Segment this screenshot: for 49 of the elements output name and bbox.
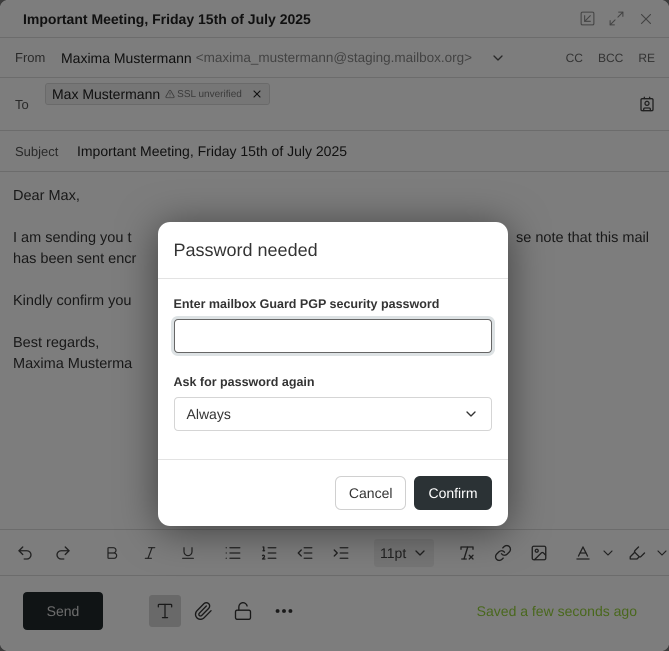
ask-again-label: Ask for password again <box>174 375 316 389</box>
italic-icon <box>142 544 158 560</box>
password-label: Enter mailbox Guard PGP security password <box>174 297 440 311</box>
highlighter-icon <box>628 544 646 562</box>
sender-address: <maxima_mustermann@staging.mailbox.org> <box>196 50 472 65</box>
minimize-window-icon[interactable] <box>579 10 596 26</box>
image-icon <box>530 544 548 562</box>
body-text: Best regards, <box>13 334 100 353</box>
address-book-icon[interactable] <box>639 96 655 112</box>
unlocked-lock-icon[interactable] <box>233 600 253 620</box>
body-text: Dear Max, <box>13 187 80 206</box>
sender-name: Maxima Mustermann <box>61 50 192 66</box>
numbered-list-icon <box>260 544 278 562</box>
subject-field[interactable]: Important Meeting, Friday 15th of July 2025 <box>77 143 348 159</box>
recipient-chip[interactable]: Max Mustermann SSL unverified <box>45 83 270 105</box>
text-icon <box>155 600 175 620</box>
confirm-button[interactable]: Confirm <box>414 476 492 510</box>
copy-field-button[interactable]: BCC <box>598 50 624 64</box>
body-text: Maxima Musterma <box>13 355 132 374</box>
body-text: has been sent encr <box>13 250 136 269</box>
ssl-warning: SSL unverified <box>165 88 242 100</box>
font-size-dropdown[interactable]: 11pt <box>374 538 434 566</box>
redo-icon <box>54 544 72 562</box>
send-button[interactable]: Send <box>23 592 103 630</box>
clear-format-icon <box>458 544 476 562</box>
body-text: se note that this mail <box>516 229 649 248</box>
subject-label: Subject <box>15 144 60 158</box>
recipient-name: Max Mustermann <box>52 86 160 102</box>
undo-icon <box>16 544 34 562</box>
password-field[interactable] <box>174 319 492 353</box>
body-text: I am sending you t <box>13 229 132 248</box>
remove-icon[interactable] <box>250 88 263 100</box>
maximize-icon[interactable] <box>608 10 625 26</box>
cancel-button[interactable]: Cancel <box>334 476 406 510</box>
from-label: From <box>15 50 46 65</box>
window-title: Important Meeting, Friday 15th of July 2025 <box>23 10 312 26</box>
text-color-icon <box>574 544 592 562</box>
text-format-toggle[interactable] <box>149 594 181 626</box>
body-text: Kindly confirm you <box>13 292 132 311</box>
to-label: To <box>15 96 30 112</box>
save-status: Saved a few seconds ago <box>476 602 637 618</box>
ask-again-dropdown[interactable]: Always <box>174 397 492 431</box>
warning-icon <box>165 89 176 99</box>
dialog-title: Password needed <box>174 240 318 260</box>
copy-field-button[interactable]: CC <box>566 50 583 64</box>
copy-field-button[interactable]: RE <box>638 50 655 64</box>
underline-icon <box>180 544 196 560</box>
link-icon <box>494 544 512 562</box>
paperclip-icon[interactable] <box>193 600 213 620</box>
